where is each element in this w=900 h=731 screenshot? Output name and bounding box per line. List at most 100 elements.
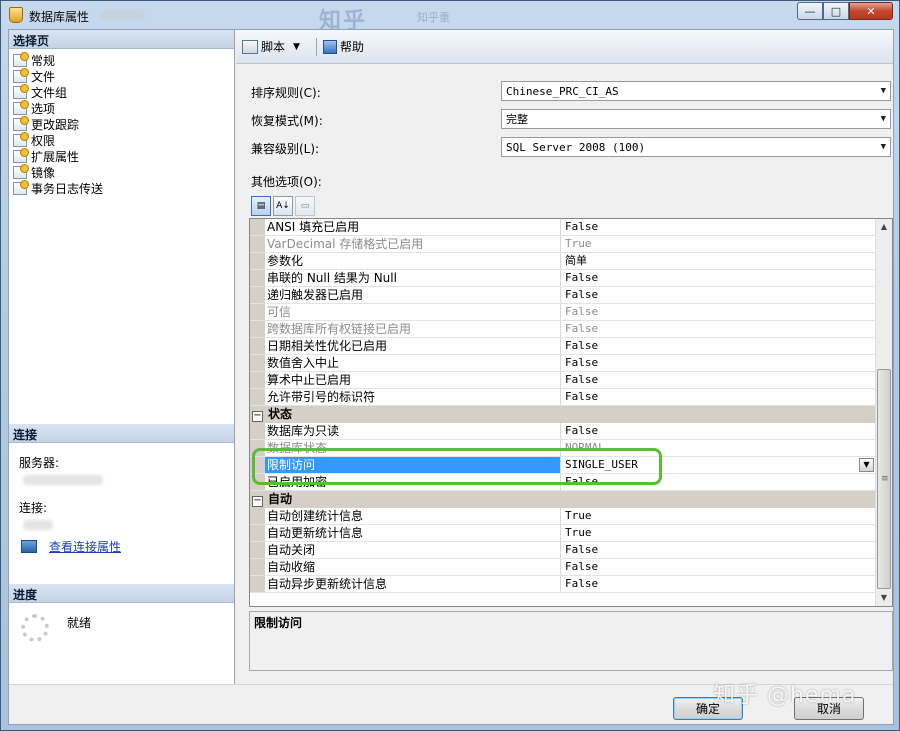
minimize-button[interactable]: —	[797, 2, 823, 20]
categorized-view-icon[interactable]: ▤	[251, 196, 271, 216]
grid-category[interactable]: −自动	[250, 491, 876, 508]
collapse-icon[interactable]: −	[252, 411, 263, 422]
collapse-icon[interactable]: −	[252, 496, 263, 507]
grid-row-margin	[250, 576, 265, 592]
grid-view-buttons: ▤ A↓ ▭	[251, 196, 317, 216]
connection-value-blurred	[23, 520, 53, 530]
grid-row-margin	[250, 525, 265, 541]
grid-row-value[interactable]: False	[561, 542, 876, 558]
grid-row[interactable]: 允许带引号的标识符False	[250, 389, 876, 406]
page-item[interactable]: 文件组	[13, 84, 103, 100]
page-item[interactable]: 权限	[13, 132, 103, 148]
grid-row-value[interactable]: True	[561, 508, 876, 524]
collation-label: 排序规则(C):	[251, 84, 321, 101]
scroll-down-icon[interactable]: ▼	[876, 590, 892, 606]
grid-row[interactable]: 数据库为只读False	[250, 423, 876, 440]
compat-level-dropdown[interactable]: SQL Server 2008 (100) ▼	[501, 137, 891, 157]
grid-row[interactable]: 日期相关性优化已启用False	[250, 338, 876, 355]
page-item[interactable]: 文件	[13, 68, 103, 84]
grid-row[interactable]: 自动关闭False	[250, 542, 876, 559]
grid-row-value[interactable]: False	[561, 389, 876, 405]
grid-row-margin	[250, 508, 265, 524]
grid-row[interactable]: 递归触发器已启用False	[250, 287, 876, 304]
scroll-up-icon[interactable]: ▲	[876, 219, 892, 235]
collation-dropdown[interactable]: Chinese_PRC_CI_AS ▼	[501, 81, 891, 101]
grid-row-value[interactable]: False	[561, 423, 876, 439]
grid-row[interactable]: 可信False	[250, 304, 876, 321]
grid-row[interactable]: 自动创建统计信息True	[250, 508, 876, 525]
grid-row-value[interactable]: False	[561, 372, 876, 388]
grid-scrollbar[interactable]: ▲ ≡ ▼	[875, 219, 892, 606]
grid-row-value[interactable]: 简单	[561, 253, 876, 269]
chevron-down-icon[interactable]: ▼	[293, 42, 300, 52]
grid-row-value[interactable]: False	[561, 287, 876, 303]
watermark: 知乎 @hema	[713, 677, 856, 709]
page-item-label: 文件	[31, 68, 55, 85]
page-item[interactable]: 事务日志传送	[13, 180, 103, 196]
grid-row-value[interactable]: False	[561, 474, 876, 490]
other-options-label: 其他选项(O):	[251, 173, 322, 190]
grid-row-value[interactable]: NORMAL	[561, 440, 876, 456]
title-bar[interactable]: 数据库属性 知乎 知乎重 — □ ✕	[1, 1, 899, 29]
grid-row[interactable]: ANSI 填充已启用False	[250, 219, 876, 236]
grid-row-name: 自动创建统计信息	[265, 508, 561, 524]
grid-row-value[interactable]: False	[561, 304, 876, 320]
recovery-model-dropdown[interactable]: 完整 ▼	[501, 109, 891, 129]
grid-row-value[interactable]: SINGLE_USER	[561, 457, 876, 473]
grid-row[interactable]: VarDecimal 存储格式已启用True	[250, 236, 876, 253]
page-item-label: 事务日志传送	[31, 180, 103, 197]
grid-row-value[interactable]: False	[561, 338, 876, 354]
grid-row-value[interactable]: False	[561, 270, 876, 286]
page-icon	[13, 70, 27, 83]
scroll-thumb[interactable]: ≡	[877, 369, 891, 589]
grid-row-value[interactable]: True	[561, 525, 876, 541]
properties-icon	[21, 540, 37, 553]
alphabetical-sort-icon[interactable]: A↓	[273, 196, 293, 216]
grid-row[interactable]: 自动异步更新统计信息False	[250, 576, 876, 593]
page-item-label: 常规	[31, 52, 55, 69]
grid-category-label: −状态	[250, 406, 546, 423]
value-dropdown-icon[interactable]: ▼	[859, 458, 874, 472]
grid-row-value[interactable]: False	[561, 321, 876, 337]
grid-row-value[interactable]: True	[561, 236, 876, 252]
page-item-label: 选项	[31, 100, 55, 117]
grid-row[interactable]: 已启用加密False	[250, 474, 876, 491]
property-grid: ANSI 填充已启用FalseVarDecimal 存储格式已启用True参数化…	[249, 218, 893, 607]
page-item-label: 扩展属性	[31, 148, 79, 165]
page-item[interactable]: 常规	[13, 52, 103, 68]
page-item[interactable]: 镜像	[13, 164, 103, 180]
grid-category[interactable]: −状态	[250, 406, 876, 423]
grid-row-margin	[250, 304, 265, 320]
view-connection-properties[interactable]: 查看连接属性	[21, 538, 121, 555]
grid-row[interactable]: 串联的 Null 结果为 NullFalse	[250, 270, 876, 287]
grid-row[interactable]: 跨数据库所有权链接已启用False	[250, 321, 876, 338]
grid-row[interactable]: 算术中止已启用False	[250, 372, 876, 389]
grid-row-value[interactable]: False	[561, 576, 876, 592]
progress-header: 进度	[9, 584, 234, 603]
page-item[interactable]: 扩展属性	[13, 148, 103, 164]
page-item-label: 权限	[31, 132, 55, 149]
grid-row-name: 串联的 Null 结果为 Null	[265, 270, 561, 286]
grid-row[interactable]: 数据库状态NORMAL	[250, 440, 876, 457]
property-pages-icon[interactable]: ▭	[295, 196, 315, 216]
grid-row[interactable]: 自动收缩False	[250, 559, 876, 576]
grid-row[interactable]: 限制访问SINGLE_USER▼	[250, 457, 876, 474]
grid-row-value[interactable]: False	[561, 355, 876, 371]
grid-row[interactable]: 参数化简单	[250, 253, 876, 270]
maximize-button[interactable]: □	[823, 2, 849, 20]
grid-row-name: 自动更新统计信息	[265, 525, 561, 541]
page-item[interactable]: 更改跟踪	[13, 116, 103, 132]
grid-row[interactable]: 自动更新统计信息True	[250, 525, 876, 542]
script-button[interactable]: 脚本 ▼	[242, 38, 306, 55]
grid-row-value[interactable]: False	[561, 559, 876, 575]
page-item[interactable]: 选项	[13, 100, 103, 116]
grid-row-value[interactable]: False	[561, 219, 876, 235]
progress-status: 就绪	[67, 614, 91, 642]
view-connection-properties-link[interactable]: 查看连接属性	[49, 538, 121, 555]
grid-row-name: VarDecimal 存储格式已启用	[265, 236, 561, 252]
grid-row-name: 允许带引号的标识符	[265, 389, 561, 405]
grid-row-name: 算术中止已启用	[265, 372, 561, 388]
help-button[interactable]: 帮助	[323, 38, 364, 55]
close-button[interactable]: ✕	[849, 2, 893, 20]
grid-row[interactable]: 数值舍入中止False	[250, 355, 876, 372]
